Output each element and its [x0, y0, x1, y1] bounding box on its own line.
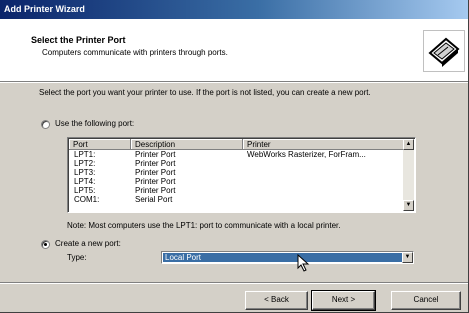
next-button[interactable]: Next >	[311, 290, 376, 311]
intro-text: Select the port you want your printer to…	[39, 88, 371, 97]
use-existing-port-radio[interactable]	[41, 120, 50, 129]
wizard-header: Select the Printer Port Computers commun…	[0, 19, 468, 82]
table-row[interactable]: LPT4: Printer Port	[69, 177, 403, 186]
title-bar[interactable]: Add Printer Wizard	[0, 0, 468, 19]
window-title: Add Printer Wizard	[4, 4, 85, 14]
scroll-down-icon[interactable]: ▼	[403, 200, 414, 211]
page-title: Select the Printer Port	[31, 35, 126, 45]
scroll-up-icon[interactable]: ▲	[403, 139, 414, 150]
back-button[interactable]: < Back	[245, 291, 308, 310]
description-cell: Printer Port	[135, 168, 176, 177]
port-rows: LPT1: Printer Port WebWorks Rasterizer, …	[69, 150, 403, 204]
button-separator	[0, 282, 468, 284]
port-type-label: Type:	[67, 253, 87, 262]
add-printer-wizard-window: Add Printer Wizard Select the Printer Po…	[0, 0, 469, 313]
description-cell: Printer Port	[135, 186, 176, 195]
port-cell: LPT1:	[74, 150, 96, 159]
printer-icon	[423, 30, 465, 72]
create-new-port-radio[interactable]	[41, 240, 50, 249]
port-list[interactable]: Port Description Printer LPT1: Printer P…	[67, 137, 416, 213]
table-row[interactable]: LPT5: Printer Port	[69, 186, 403, 195]
use-existing-port-label: Use the following port:	[55, 119, 135, 128]
port-list-header: Port Description Printer	[69, 139, 406, 150]
description-cell: Printer Port	[135, 159, 176, 168]
chevron-down-icon[interactable]: ▼	[402, 252, 413, 263]
table-row[interactable]: LPT3: Printer Port	[69, 168, 403, 177]
port-cell: LPT3:	[74, 168, 96, 177]
lpt1-note: Note: Most computers use the LPT1: port …	[67, 221, 341, 230]
port-type-select[interactable]: Local Port ▼	[161, 251, 414, 264]
page-subtitle: Computers communicate with printers thro…	[42, 48, 228, 57]
port-type-value: Local Port	[163, 253, 403, 262]
description-cell: Serial Port	[135, 195, 173, 204]
table-row[interactable]: COM1: Serial Port	[69, 195, 403, 204]
column-header-port[interactable]: Port	[69, 139, 131, 150]
create-new-port-label: Create a new port:	[55, 239, 121, 248]
table-row[interactable]: LPT1: Printer Port WebWorks Rasterizer, …	[69, 150, 403, 159]
printer-cell: WebWorks Rasterizer, ForFram...	[247, 150, 366, 159]
port-cell: COM1:	[74, 195, 100, 204]
description-cell: Printer Port	[135, 177, 176, 186]
port-cell: LPT4:	[74, 177, 96, 186]
port-cell: LPT5:	[74, 186, 96, 195]
table-row[interactable]: LPT2: Printer Port	[69, 159, 403, 168]
port-cell: LPT2:	[74, 159, 96, 168]
mouse-pointer-icon	[297, 254, 310, 272]
description-cell: Printer Port	[135, 150, 176, 159]
column-header-description[interactable]: Description	[131, 139, 243, 150]
column-header-printer[interactable]: Printer	[243, 139, 406, 150]
port-list-scrollbar[interactable]: ▲ ▼	[403, 139, 414, 211]
cancel-button[interactable]: Cancel	[391, 291, 461, 310]
